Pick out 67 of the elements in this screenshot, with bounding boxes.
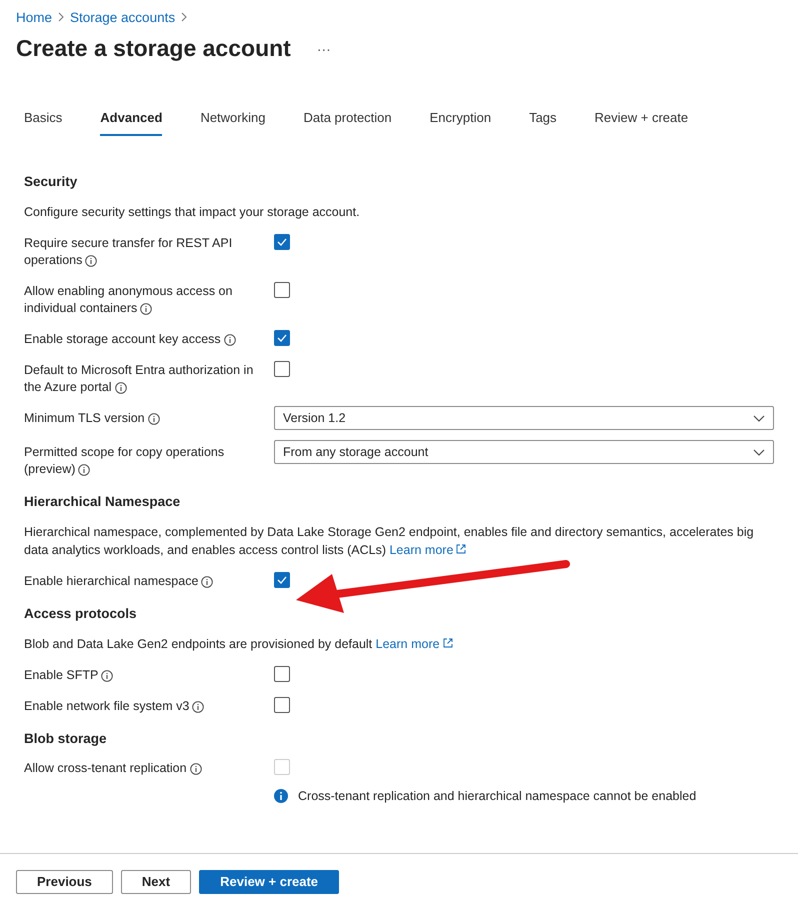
external-link-icon (456, 544, 466, 554)
section-heading: Hierarchical Namespace (24, 494, 182, 509)
info-icon[interactable] (78, 464, 90, 476)
section-description: Blob and Data Lake Gen2 endpoints are provisioned by default Learn more (24, 635, 754, 653)
field-label: the Azure portal (24, 379, 112, 396)
tab[interactable]: Basics (24, 102, 62, 136)
section-heading: Access protocols (24, 606, 138, 621)
field-label: Enable SFTP (24, 667, 98, 684)
field-label: Enable storage account key access (24, 331, 221, 348)
section-description: Configure security settings that impact your storage account. (24, 204, 361, 221)
learn-more-link[interactable]: Learn more (376, 637, 453, 651)
external-link-icon (442, 638, 453, 648)
checkmark-icon (277, 334, 287, 342)
chevron-down-icon (753, 448, 765, 456)
nav-button[interactable]: Previous (16, 870, 113, 894)
review-create-button[interactable]: Review + create (199, 870, 340, 894)
field-label: Minimum TLS version (24, 410, 145, 427)
dropdown[interactable]: Version 1.2 (274, 406, 774, 430)
field-label: operations (24, 252, 82, 269)
nav-button[interactable]: Next (120, 870, 192, 894)
checkbox[interactable] (274, 330, 290, 346)
field-label: Enable network file system v3 (24, 698, 190, 715)
checkbox[interactable] (274, 282, 290, 298)
field-label: Enable hierarchical namespace (24, 573, 198, 590)
field-label: Allow enabling anonymous access on (24, 283, 232, 300)
dropdown[interactable]: From any storage account (274, 440, 774, 464)
info-icon[interactable] (148, 412, 160, 424)
tab[interactable]: Encryption (430, 102, 492, 136)
checkbox[interactable] (274, 666, 290, 682)
tab[interactable]: Tags (529, 102, 557, 136)
breadcrumb-link[interactable]: Storage accounts (70, 10, 176, 24)
chevron-right-icon (58, 12, 64, 22)
checkbox[interactable] (274, 361, 290, 377)
tab[interactable]: Advanced (100, 102, 162, 136)
chevron-down-icon (753, 414, 765, 422)
field-label: (preview) (24, 461, 76, 478)
field-label: Allow cross-tenant replication (24, 760, 187, 777)
checkbox[interactable] (274, 572, 290, 588)
info-icon[interactable] (192, 700, 204, 712)
field-label: Default to Microsoft Entra authorization in (24, 362, 254, 379)
info-icon[interactable] (201, 576, 214, 588)
checkbox[interactable] (274, 697, 290, 713)
info-message: Cross-tenant replication and hierarchical namespace cannot be enabled (298, 789, 696, 803)
chevron-right-icon (181, 12, 188, 22)
info-icon[interactable] (114, 382, 127, 394)
info-icon[interactable] (224, 334, 236, 346)
field-label: individual containers (24, 300, 138, 317)
page-title: Create a storage account (16, 35, 291, 62)
checkmark-icon (277, 238, 287, 246)
info-icon[interactable] (140, 302, 152, 314)
more-button[interactable]: ··· (316, 40, 331, 56)
info-icon[interactable] (190, 762, 202, 774)
info-icon[interactable] (85, 254, 98, 266)
section-description: Hierarchical namespace, complemented by Data Lake Storage Gen2 endpoint, enables file and directory semantics, accelerates big data analytics workloads, and enables access control lists (ACLs) Learn more (24, 524, 754, 559)
tab[interactable]: Data protection (303, 102, 392, 136)
checkbox[interactable] (274, 234, 290, 250)
info-icon (274, 789, 288, 803)
tab[interactable]: Networking (200, 102, 266, 136)
checkmark-icon (277, 576, 287, 584)
tab[interactable]: Review + create (594, 102, 688, 136)
field-label: Require secure transfer for REST API (24, 235, 232, 252)
learn-more-link[interactable]: Learn more (389, 543, 466, 557)
field-label: Permitted scope for copy operations (24, 444, 224, 461)
info-icon[interactable] (101, 670, 114, 682)
section-heading: Blob storage (24, 731, 108, 746)
section-heading: Security (24, 174, 78, 189)
breadcrumb-link[interactable]: Home (16, 10, 52, 24)
